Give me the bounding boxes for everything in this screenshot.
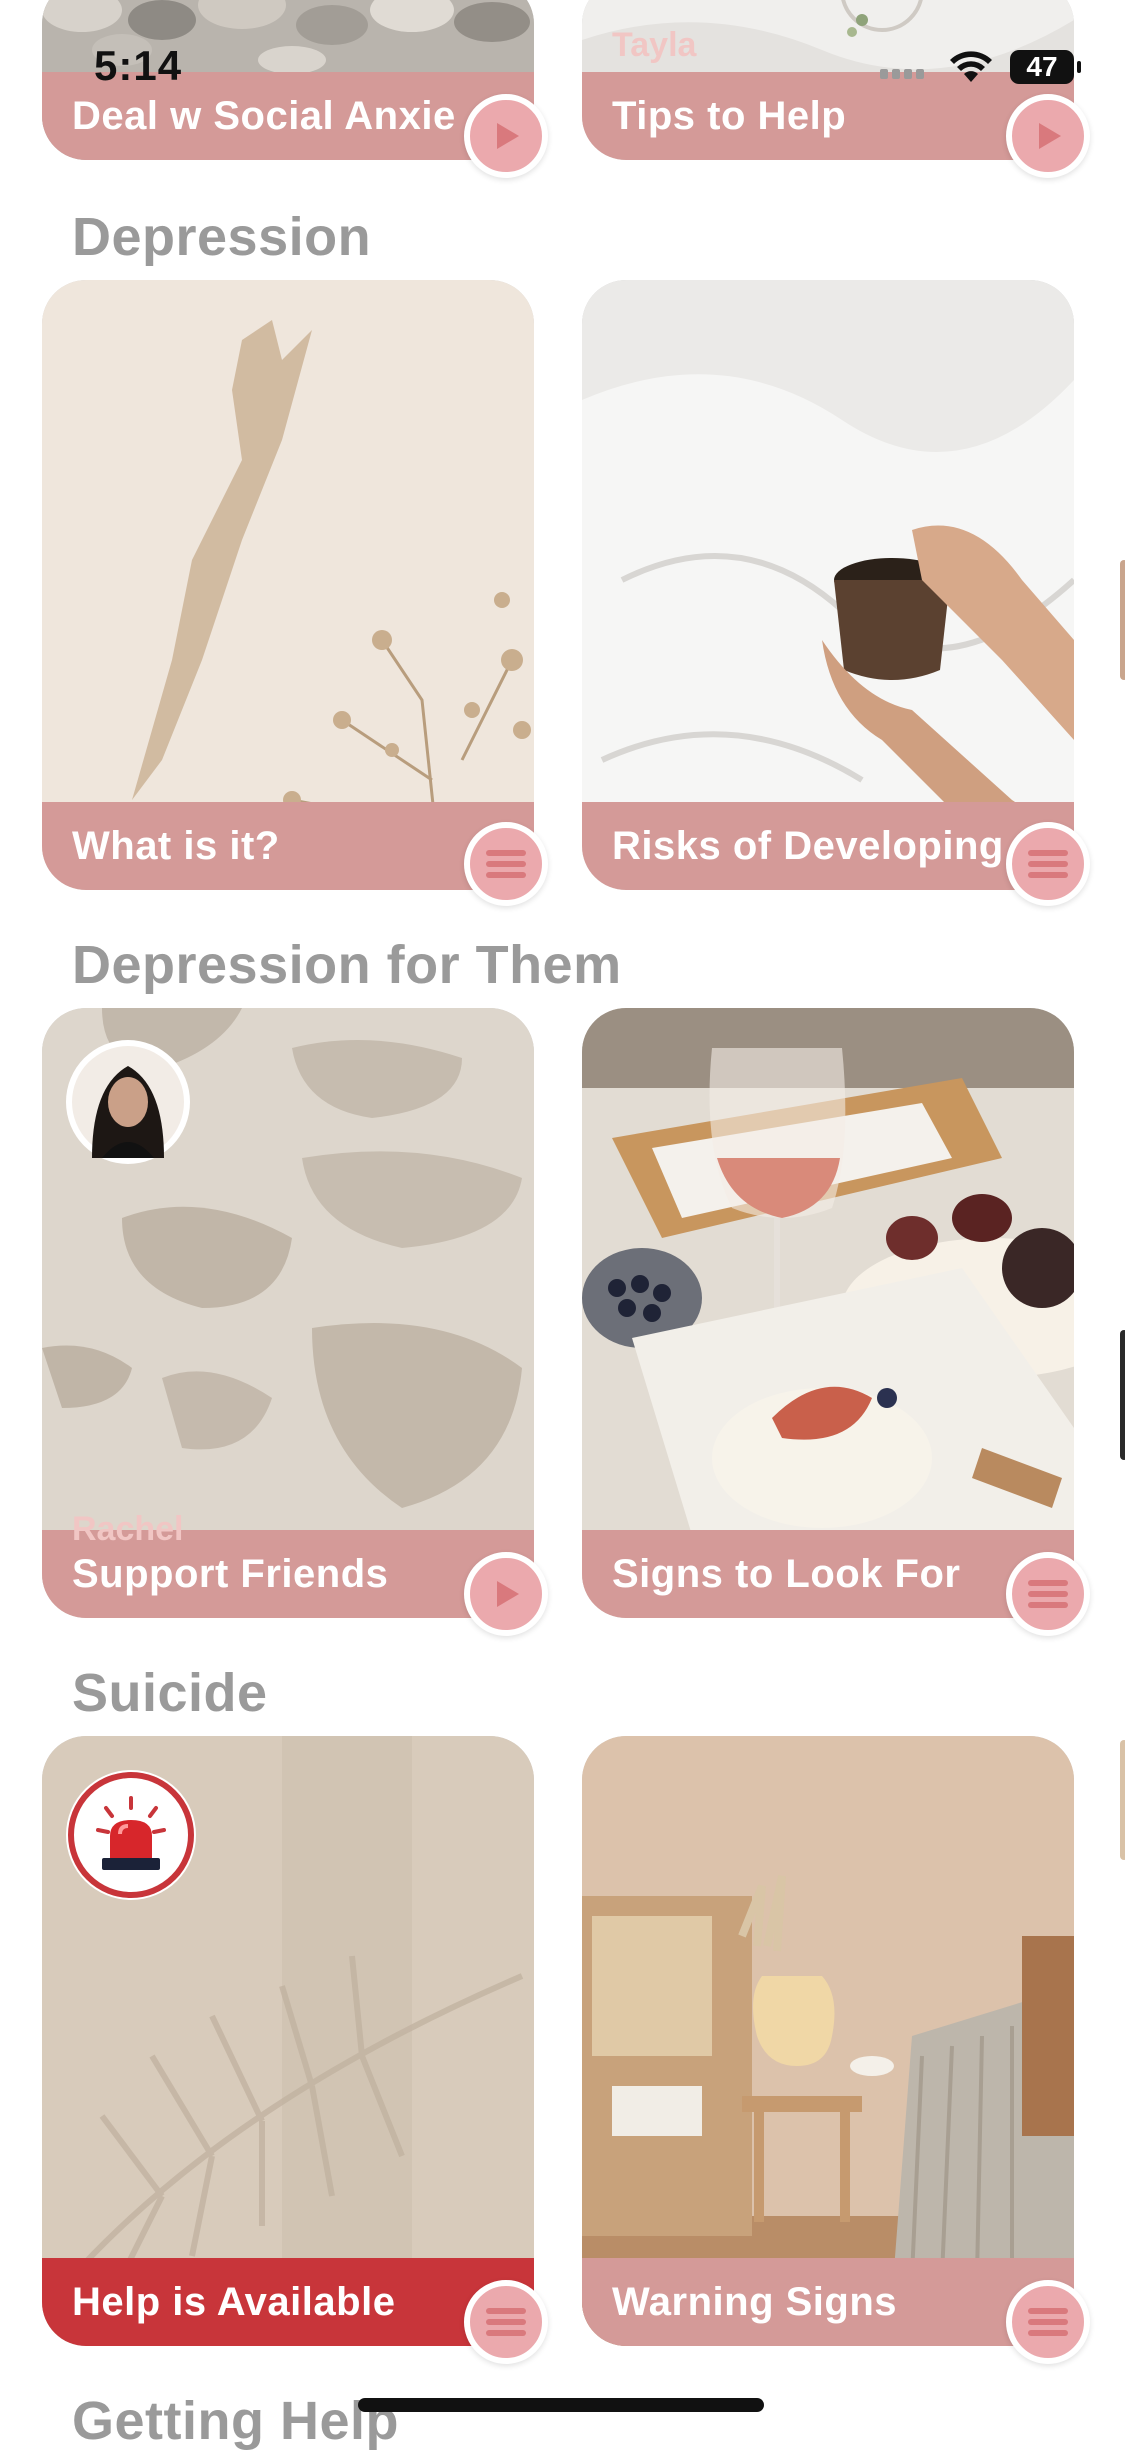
card-tips-to-help[interactable]: Tayla Tips to Help [582,0,1074,160]
list-icon [1028,850,1068,878]
author-avatar [66,1040,190,1164]
person-avatar-icon [72,1046,184,1158]
card-label-bar: Signs to Look For [582,1530,1074,1618]
card-title: Tips to Help [612,93,847,138]
siren-icon [68,1772,194,1898]
card-label-bar: Deal w Social Anxie [42,72,534,160]
card-title: Risks of Developing [612,823,1004,868]
card-label-bar: Risks of Developing [582,802,1074,890]
menu-button[interactable] [464,822,548,906]
card-title: Deal w Social Anxie [72,93,456,138]
play-button[interactable] [1006,94,1090,178]
menu-button[interactable] [1006,2280,1090,2364]
card-signs-to-look-for[interactable]: Signs to Look For [582,1008,1074,1618]
card-help-is-available[interactable]: Help is Available [42,1736,534,2346]
card-risks-of-developing[interactable]: Risks of Developing [582,280,1074,890]
card-title: Support Friends [72,1551,389,1596]
card-label-bar: What is it? [42,802,534,890]
alert-badge [66,1770,196,1900]
author-name: Rachel [72,1510,184,1548]
play-icon [497,1581,519,1607]
play-button[interactable] [464,94,548,178]
card-support-friends[interactable]: Rachel Support Friends [42,1008,534,1618]
list-icon [486,2308,526,2336]
living-room-image [582,1736,1074,2346]
card-label-bar: Tips to Help [582,72,1074,160]
wine-cheese-image [582,1008,1074,1618]
section-title-suicide: Suicide [72,1663,268,1723]
shadow-plant-image [42,280,534,890]
section-title-depression-for-them: Depression for Them [72,935,622,995]
section-title-getting-help: Getting Help [72,2391,399,2451]
list-icon [1028,1580,1068,1608]
home-indicator[interactable] [358,2398,764,2412]
card-title: Warning Signs [612,2279,898,2324]
list-icon [1028,2308,1068,2336]
card-label-bar: Warning Signs [582,2258,1074,2346]
play-icon [1039,123,1061,149]
card-title: What is it? [72,823,280,868]
card-title: Help is Available [72,2279,396,2324]
menu-button[interactable] [1006,1552,1090,1636]
list-icon [486,850,526,878]
author-name: Tayla [612,26,697,64]
menu-button[interactable] [1006,822,1090,906]
play-icon [497,123,519,149]
coffee-bed-image [582,280,1074,890]
play-button[interactable] [464,1552,548,1636]
next-card-edge [1120,1330,1125,1460]
card-title: Signs to Look For [612,1551,961,1596]
card-warning-signs[interactable]: Warning Signs [582,1736,1074,2346]
card-what-is-it[interactable]: What is it? [42,280,534,890]
next-card-edge [1120,1740,1125,1860]
section-title-depression: Depression [72,207,372,267]
menu-button[interactable] [464,2280,548,2364]
card-deal-social-anxiety[interactable]: Deal w Social Anxie [42,0,534,160]
next-card-edge [1120,560,1125,680]
card-label-bar: Help is Available [42,2258,534,2346]
